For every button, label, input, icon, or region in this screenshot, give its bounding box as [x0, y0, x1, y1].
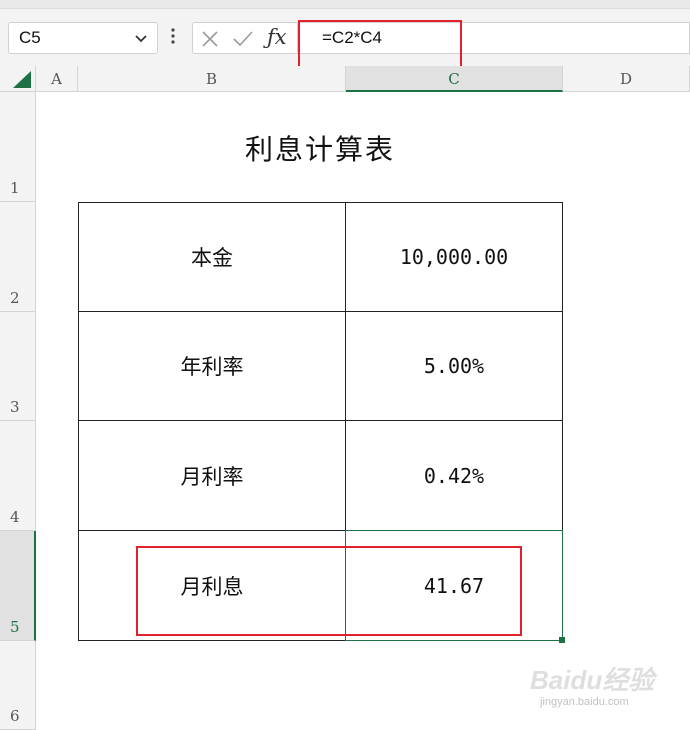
cell-value: 0.42%: [423, 463, 485, 488]
column-header-b[interactable]: B: [78, 66, 346, 92]
row-number: 2: [10, 289, 20, 307]
cell-b2[interactable]: 本金: [78, 202, 346, 312]
row-header-5[interactable]: 5: [0, 531, 36, 641]
more-vertical-icon[interactable]: [170, 26, 176, 50]
confirm-icon[interactable]: [231, 28, 255, 55]
fill-handle[interactable]: [559, 637, 565, 643]
name-box-value: C5: [19, 28, 41, 47]
cell-label: 月利率: [180, 465, 244, 489]
watermark-logo: Baidu经验: [530, 665, 655, 695]
select-all-corner[interactable]: [0, 66, 36, 92]
row-number: 4: [10, 508, 20, 526]
column-header-c[interactable]: C: [346, 66, 563, 92]
row-header-2[interactable]: 2: [0, 202, 36, 312]
sheet-title[interactable]: 利息计算表: [78, 128, 562, 168]
row-header-4[interactable]: 4: [0, 421, 36, 531]
chevron-down-icon[interactable]: [133, 27, 149, 54]
cell-b3[interactable]: 年利率: [78, 311, 346, 421]
cell-c3[interactable]: 5.00%: [345, 311, 563, 421]
column-header-a[interactable]: A: [36, 66, 78, 92]
cell-label: 年利率: [180, 356, 244, 379]
watermark-url: jingyan.baidu.com: [540, 696, 629, 708]
cell-label: 本金: [191, 247, 233, 270]
cell-value: 5.00%: [423, 354, 485, 378]
cell-value: 10,000.00: [399, 245, 509, 269]
row-header-6[interactable]: 6: [0, 641, 36, 730]
row-number: 6: [10, 707, 20, 725]
cancel-icon[interactable]: [199, 28, 221, 55]
row-number: 1: [10, 179, 20, 197]
column-header-d[interactable]: D: [563, 66, 690, 92]
row-number: 3: [10, 398, 20, 416]
row-header-1[interactable]: 1: [0, 92, 36, 202]
formula-highlight-box: [298, 20, 462, 68]
formula-actions: ƒx: [192, 22, 298, 54]
row-number: 5: [10, 618, 20, 636]
ribbon-edge: [0, 0, 690, 9]
fx-icon[interactable]: ƒx: [267, 25, 287, 49]
name-box[interactable]: C5: [8, 22, 158, 54]
result-highlight-box: [136, 546, 522, 636]
cell-c2[interactable]: 10,000.00: [345, 202, 563, 312]
cell-b4[interactable]: 月利率: [78, 420, 346, 531]
cell-c4[interactable]: 0.42%: [345, 420, 563, 531]
row-header-3[interactable]: 3: [0, 312, 36, 421]
